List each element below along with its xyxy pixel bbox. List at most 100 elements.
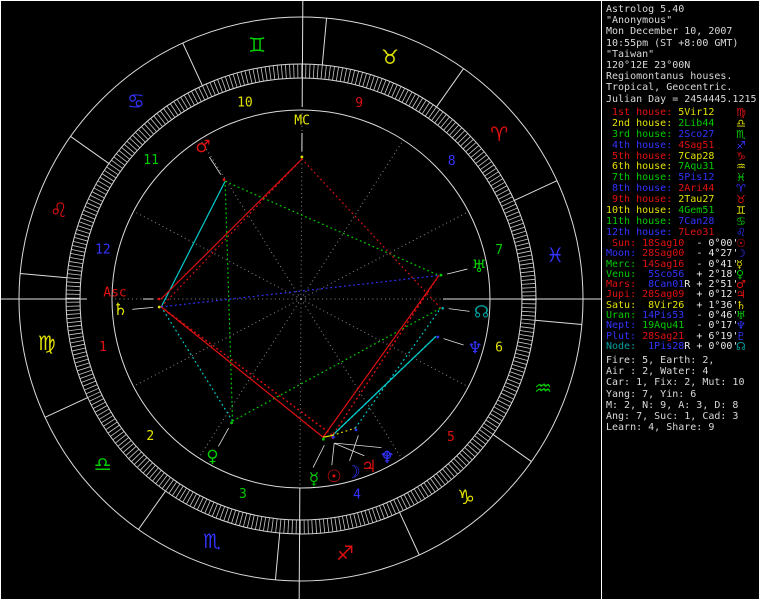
- degree-tick: [434, 111, 444, 124]
- house-ordinal: 2nd house:: [606, 117, 679, 129]
- planet-pointer-line: [218, 427, 229, 447]
- wheel-planet-icon-node: ☊: [474, 302, 489, 322]
- house-ordinal: 12th house:: [606, 226, 679, 238]
- degree-tick: [129, 137, 141, 149]
- degree-tick: [309, 64, 311, 79]
- degree-tick: [342, 516, 346, 530]
- cusp-position: 5Vir12: [678, 107, 715, 118]
- degree-tick: [223, 507, 229, 522]
- degree-tick: [506, 211, 520, 218]
- planet-velocity: + 0°00': [690, 340, 739, 352]
- degree-tick: [128, 448, 140, 459]
- planet-pointer-line: [312, 444, 325, 468]
- planet-dot: [331, 435, 335, 439]
- zodiac-sign-icon: ♑: [457, 485, 475, 509]
- degree-tick: [375, 506, 381, 521]
- aspect-line: [160, 306, 334, 436]
- degree-tick: [468, 145, 480, 155]
- degree-tick: [116, 153, 128, 163]
- degree-tick: [509, 371, 524, 377]
- degree-tick: [110, 427, 122, 437]
- degree-tick: [322, 518, 326, 533]
- degree-tick: [217, 79, 223, 93]
- wheel-planet-icon-merc: ☿: [309, 470, 319, 490]
- stats-line-1: Air : 2, Water: 4: [606, 366, 709, 378]
- sign-divider: [20, 272, 68, 279]
- degree-tick: [80, 217, 94, 224]
- degree-tick: [521, 318, 536, 321]
- degree-tick: [450, 460, 461, 472]
- degree-tick: [519, 266, 534, 270]
- degree-tick: [335, 66, 339, 81]
- aspect-line: [232, 307, 441, 422]
- planet-dot: [354, 428, 358, 432]
- degree-tick: [75, 362, 90, 368]
- degree-tick: [371, 508, 378, 522]
- house-ordinal: 10th house:: [606, 205, 679, 217]
- house-number: 11: [143, 153, 159, 168]
- degree-tick: [516, 246, 531, 251]
- planet-pointer-line: [132, 306, 154, 310]
- degree-tick: [520, 326, 535, 329]
- header-line-0: Astrolog 5.40: [606, 4, 685, 15]
- planet-pointer-line: [443, 338, 464, 346]
- degree-tick: [213, 80, 220, 94]
- degree-tick: [445, 466, 455, 478]
- degree-tick: [70, 252, 85, 257]
- header-line-4: "Taiwan": [606, 48, 655, 60]
- degree-tick: [360, 511, 366, 526]
- sign-divider: [514, 180, 558, 201]
- house-ordinal: 1st house:: [606, 107, 679, 118]
- degree-tick: [283, 519, 286, 534]
- cusp-position: 7Aqu31: [678, 161, 715, 173]
- degree-tick: [472, 438, 484, 448]
- degree-tick: [240, 71, 245, 86]
- degree-tick: [459, 452, 470, 464]
- degree-tick: [519, 330, 534, 333]
- cusp-position: 4Sag51: [678, 139, 715, 151]
- wheel-planet-icon-mars: ♂: [195, 137, 210, 157]
- degree-tick: [451, 127, 463, 139]
- degree-tick: [118, 150, 130, 160]
- element-stats: Fire: 5, Earth: 2, Air : 2, Water: 4 Car: …: [606, 355, 758, 433]
- house-number: 6: [495, 340, 503, 355]
- degree-tick: [433, 475, 443, 488]
- planet-dot: [441, 306, 445, 310]
- degree-tick: [479, 429, 491, 439]
- degree-tick: [235, 511, 240, 525]
- degree-tick: [149, 467, 159, 479]
- cusp-position: 2Ari44: [678, 183, 715, 195]
- planet-dot: [157, 305, 161, 309]
- degree-tick: [446, 121, 457, 133]
- degree-tick: [242, 513, 248, 527]
- degree-tick: [513, 360, 527, 365]
- degree-tick: [209, 82, 216, 96]
- degree-tick: [72, 351, 87, 356]
- degree-tick: [508, 219, 523, 225]
- degree-tick: [70, 340, 84, 344]
- degree-tick: [324, 65, 327, 80]
- planet-dot: [222, 178, 226, 182]
- degree-tick: [519, 333, 534, 337]
- degree-tick: [117, 437, 130, 447]
- degree-tick: [74, 358, 89, 364]
- degree-tick: [66, 313, 81, 315]
- house-ordinal: 9th house:: [606, 194, 679, 206]
- degree-tick: [113, 156, 126, 166]
- degree-tick: [256, 68, 260, 82]
- degree-tick: [67, 320, 82, 324]
- degree-tick: [175, 485, 184, 499]
- degree-tick: [521, 310, 536, 313]
- zodiac-sign-icon: ♉: [381, 45, 399, 69]
- degree-tick: [338, 516, 342, 531]
- cusp-position: 4Gem51: [678, 205, 715, 217]
- angle-dot: [300, 155, 304, 159]
- degree-tick: [514, 238, 529, 243]
- cusp-position: 7Can28: [678, 215, 715, 227]
- degree-tick: [454, 130, 466, 141]
- degree-tick: [429, 478, 439, 490]
- aspect-line: [160, 158, 303, 308]
- degree-tick: [232, 73, 238, 88]
- degree-tick: [369, 75, 375, 90]
- degree-tick: [368, 509, 374, 523]
